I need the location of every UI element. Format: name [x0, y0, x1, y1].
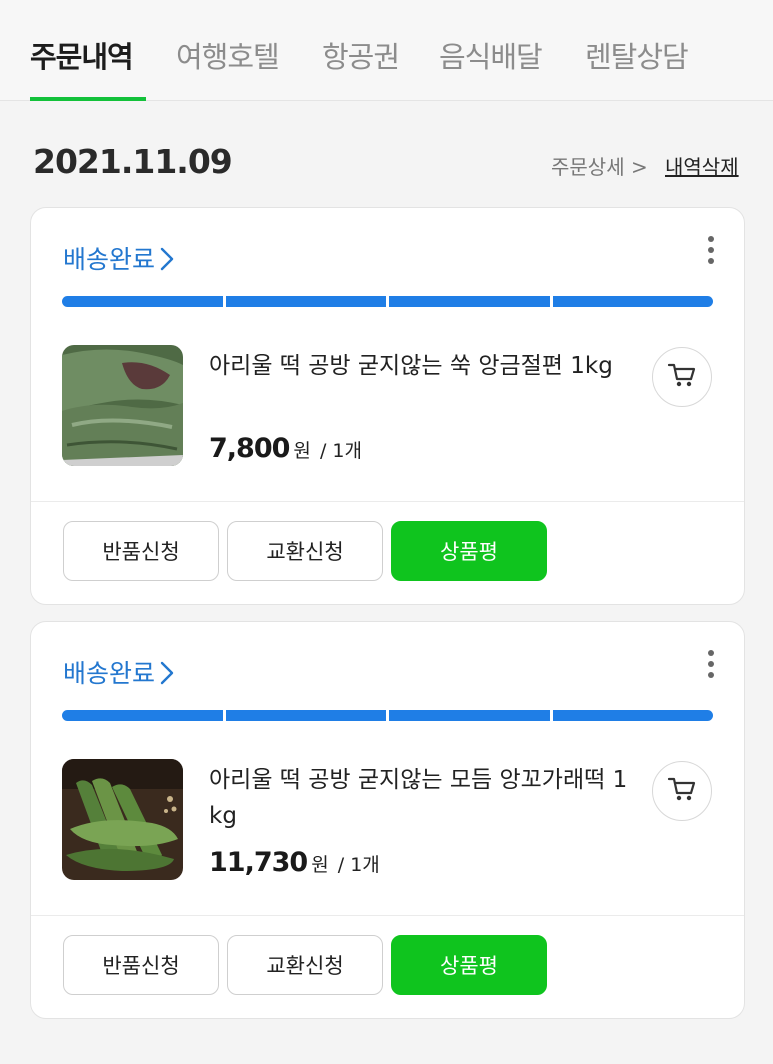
progress-step — [552, 296, 713, 307]
cart-icon — [667, 775, 697, 807]
progress-step — [389, 296, 550, 307]
product-row: 아리울 떡 공방 굳지않는 쑥 앙금절편 1kg 7,800 원 / 1개 — [62, 345, 717, 467]
card-divider — [31, 501, 744, 502]
tab-travel-hotel[interactable]: 여행호텔 — [176, 34, 280, 76]
order-card: 배송완료 아리울 떡 공방 굳지않는 모듬 앙꼬가래떡 1kg 11,730 원… — [30, 621, 745, 1019]
tab-order-history[interactable]: 주문내역 — [30, 34, 134, 76]
price-line: 11,730 원 / 1개 — [209, 847, 380, 878]
tab-food-delivery[interactable]: 음식배달 — [439, 34, 543, 76]
order-detail-link[interactable]: 주문상세 > — [551, 151, 648, 180]
exchange-request-button[interactable]: 교환신청 — [227, 521, 383, 581]
write-review-button[interactable]: 상품평 — [391, 935, 547, 995]
product-image[interactable] — [62, 345, 183, 466]
chevron-right-icon — [159, 245, 175, 275]
progress-step — [389, 710, 550, 721]
more-vertical-icon[interactable] — [706, 650, 716, 680]
delivery-status-label: 배송완료 — [63, 659, 156, 688]
quantity: / 1개 — [319, 440, 362, 462]
cart-icon — [667, 361, 697, 393]
order-card-header: 배송완료 — [31, 622, 744, 694]
progress-step — [552, 710, 713, 721]
order-card-header: 배송완료 — [31, 208, 744, 280]
price-line: 7,800 원 / 1개 — [209, 433, 362, 464]
delete-history-link[interactable]: 내역삭제 — [665, 151, 739, 180]
delivery-status-link[interactable]: 배송완료 — [63, 240, 175, 276]
return-request-button[interactable]: 반품신청 — [63, 521, 219, 581]
delivery-status-link[interactable]: 배송완료 — [63, 654, 175, 690]
price-currency: 원 — [293, 440, 311, 462]
write-review-button[interactable]: 상품평 — [391, 521, 547, 581]
price-currency: 원 — [311, 854, 329, 876]
tab-flights[interactable]: 항공권 — [322, 34, 400, 76]
order-date-header: 2021.11.09 주문상세 > 내역삭제 — [0, 130, 773, 190]
progress-step — [225, 296, 386, 307]
exchange-request-button[interactable]: 교환신청 — [227, 935, 383, 995]
active-tab-indicator — [30, 97, 146, 101]
progress-step — [225, 710, 386, 721]
product-image[interactable] — [62, 759, 183, 880]
product-name[interactable]: 아리울 떡 공방 굳지않는 쑥 앙금절편 1kg — [209, 348, 639, 384]
more-vertical-icon[interactable] — [706, 236, 716, 266]
add-to-cart-button[interactable] — [652, 347, 712, 407]
delivery-progress-bar — [62, 710, 713, 721]
add-to-cart-button[interactable] — [652, 761, 712, 821]
progress-step — [62, 710, 223, 721]
quantity: / 1개 — [337, 854, 380, 876]
return-request-button[interactable]: 반품신청 — [63, 935, 219, 995]
progress-step — [62, 296, 223, 307]
product-name[interactable]: 아리울 떡 공방 굳지않는 모듬 앙꼬가래떡 1kg — [209, 762, 639, 834]
order-date: 2021.11.09 — [33, 142, 233, 181]
delivery-status-label: 배송완료 — [63, 245, 156, 274]
category-tab-bar: 주문내역 여행호텔 항공권 음식배달 렌탈상담 — [0, 0, 773, 101]
tab-rental-consult[interactable]: 렌탈상담 — [585, 34, 689, 76]
order-card: 배송완료 아리울 떡 공방 굳지않는 쑥 앙금절편 1kg 7,800 원 / 1 — [30, 207, 745, 605]
delivery-progress-bar — [62, 296, 713, 307]
card-divider — [31, 915, 744, 916]
product-price: 11,730 — [209, 847, 308, 878]
product-price: 7,800 — [209, 433, 290, 464]
chevron-right-icon — [159, 659, 175, 689]
product-row: 아리울 떡 공방 굳지않는 모듬 앙꼬가래떡 1kg 11,730 원 / 1개 — [62, 759, 717, 881]
